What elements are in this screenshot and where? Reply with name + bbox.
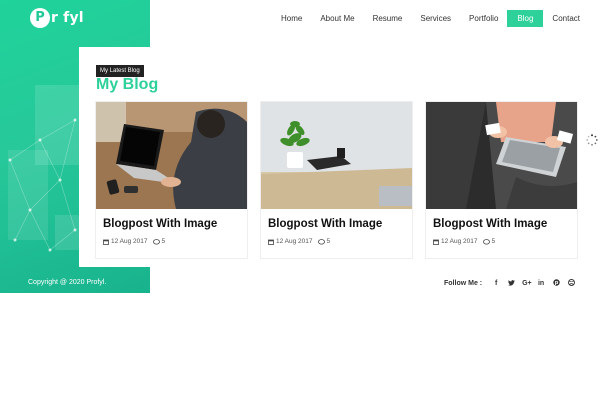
blog-card-comments: 5 <box>326 238 331 245</box>
logo-text: r fyl <box>51 10 84 26</box>
copyright-text: Copyright @ 2020 Profyl. <box>28 279 107 286</box>
nav-resume[interactable]: Resume <box>373 10 403 27</box>
blog-card-comments: 5 <box>491 238 496 245</box>
blog-image-laptop-lap[interactable] <box>426 102 577 209</box>
calendar-icon <box>268 239 274 245</box>
linkedin-icon[interactable]: in <box>537 280 545 287</box>
twitter-icon[interactable] <box>507 279 515 288</box>
loading-spinner-icon <box>586 134 598 146</box>
social-follow: Follow Me : f G+ in p <box>444 279 575 288</box>
blog-card[interactable]: Blogpost With Image 12 Aug 2017 5 <box>96 102 247 258</box>
main-nav: Home About Me Resume Services Portfolio … <box>263 10 580 27</box>
google-plus-icon[interactable]: G+ <box>522 280 532 287</box>
blog-card-meta: 12 Aug 2017 5 <box>433 238 495 245</box>
blog-card-date: 12 Aug 2017 <box>441 238 478 245</box>
blog-image-laptop-desk[interactable] <box>96 102 247 209</box>
nav-services[interactable]: Services <box>420 10 451 27</box>
site-logo[interactable]: P r fyl <box>30 8 84 28</box>
blog-card-meta: 12 Aug 2017 5 <box>103 238 165 245</box>
nav-about-me[interactable]: About Me <box>320 10 354 27</box>
blog-card-title[interactable]: Blogpost With Image <box>103 218 217 230</box>
blog-card-title[interactable]: Blogpost With Image <box>268 218 382 230</box>
blog-image-plant-desk[interactable] <box>261 102 412 209</box>
nav-contact[interactable]: Contact <box>552 10 580 27</box>
nav-blog[interactable]: Blog <box>507 10 544 27</box>
comment-icon <box>152 238 160 244</box>
svg-text:p: p <box>554 280 558 286</box>
facebook-icon[interactable]: f <box>492 280 500 287</box>
follow-label: Follow Me : <box>444 280 483 287</box>
blog-card-meta: 12 Aug 2017 5 <box>268 238 330 245</box>
dribbble-icon[interactable] <box>567 279 575 288</box>
pinterest-icon[interactable]: p <box>552 279 560 288</box>
calendar-icon <box>433 239 439 245</box>
blog-card[interactable]: Blogpost With Image 12 Aug 2017 5 <box>261 102 412 258</box>
blog-card-comments: 5 <box>161 238 166 245</box>
blog-card-date: 12 Aug 2017 <box>111 238 148 245</box>
comment-icon <box>482 238 490 244</box>
calendar-icon <box>103 239 109 245</box>
nav-home[interactable]: Home <box>281 10 302 27</box>
blog-card-date: 12 Aug 2017 <box>276 238 313 245</box>
blog-card-title[interactable]: Blogpost With Image <box>433 218 547 230</box>
blog-card[interactable]: Blogpost With Image 12 Aug 2017 5 <box>426 102 577 258</box>
nav-portfolio[interactable]: Portfolio <box>469 10 498 27</box>
logo-badge: P <box>30 8 50 28</box>
comment-icon <box>317 238 325 244</box>
section-title: My Blog <box>96 76 159 93</box>
